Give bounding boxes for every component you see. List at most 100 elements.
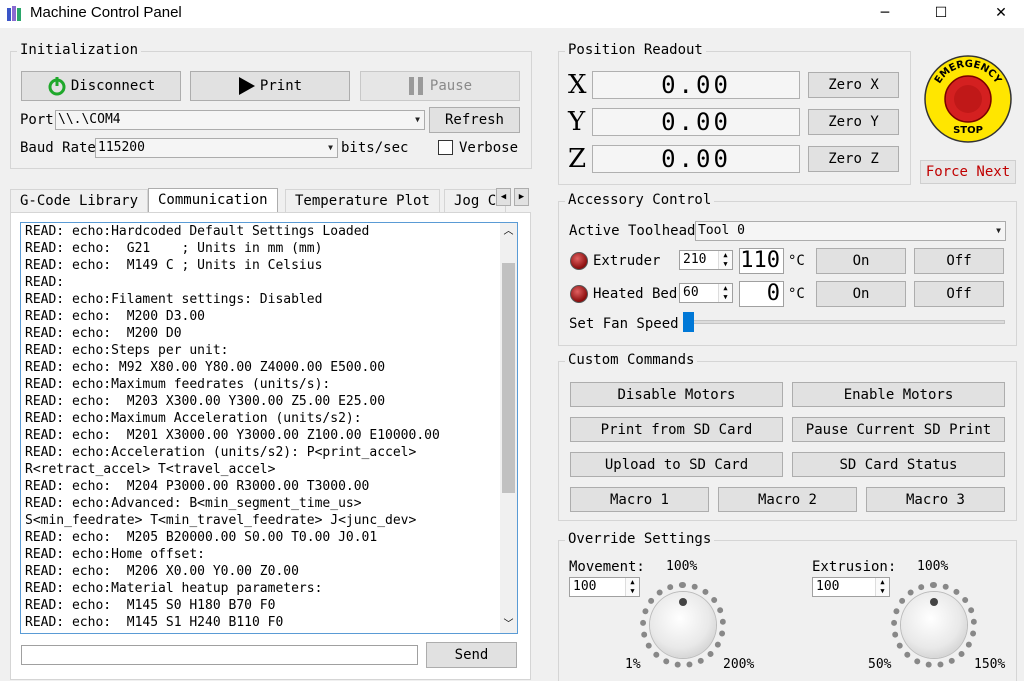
disconnect-label: Disconnect [70,78,156,94]
send-button[interactable]: Send [426,642,517,668]
axis-x-readout: 0.00 [592,71,800,99]
active-toolhead-select[interactable]: Tool 0 ▼ [695,221,1006,241]
window-title: Machine Control Panel [30,4,182,21]
initialization-title: Initialization [17,42,142,58]
movement-label: Movement: [569,559,645,575]
extruder-off-button[interactable]: Off [914,248,1004,274]
log-line: READ: echo:Home offset: [25,547,206,562]
macro-3-button[interactable]: Macro 3 [866,487,1005,512]
knob-indicator-icon [930,598,938,606]
pause-icon [408,77,423,95]
active-toolhead-value: Tool 0 [698,223,745,238]
log-line: READ: echo: G21 ; Units in mm (mm) [25,241,323,256]
tab-gcode-library[interactable]: G-Code Library [10,189,149,212]
enable-motors-button[interactable]: Enable Motors [792,382,1005,407]
app-icon [7,6,21,21]
heated-bed-off-button[interactable]: Off [914,281,1004,307]
heated-bed-setpoint-value: 60 [683,285,699,300]
stepper-arrows-icon[interactable]: ▲ ▼ [625,578,639,596]
emergency-stop-button[interactable]: EMERGENCY STOP [924,55,1012,143]
log-line: READ: echo:Steps per unit: [25,343,229,358]
log-line: READ: [25,275,65,290]
extruder-temperature: 110 [739,248,784,274]
log-line: READ: echo:Acceleration (units/s2): P<pr… [25,445,417,460]
stepper-arrows-icon[interactable]: ▲ ▼ [718,284,732,302]
fan-speed-slider-thumb[interactable] [683,312,694,332]
heated-bed-setpoint-stepper[interactable]: 60 ▲ ▼ [679,283,733,303]
maximize-icon[interactable]: ☐ [918,0,964,28]
upload-to-sd-button[interactable]: Upload to SD Card [570,452,783,477]
title-bar: Machine Control Panel ─ ☐ ✕ [0,0,1024,28]
command-input[interactable] [21,645,418,665]
close-icon[interactable]: ✕ [978,0,1024,28]
macro-1-button[interactable]: Macro 1 [570,487,709,512]
chevron-down-icon: ▼ [328,143,333,152]
override-settings-title: Override Settings [565,531,715,547]
stepper-arrows-icon[interactable]: ▲ ▼ [718,251,732,269]
fan-speed-label: Set Fan Speed [569,316,679,332]
log-line: R<retract_accel> T<travel_accel> [25,462,276,477]
scroll-thumb[interactable] [502,263,515,493]
sd-card-status-button[interactable]: SD Card Status [792,452,1005,477]
knob-indicator-icon [679,598,687,606]
power-icon [48,77,66,96]
heated-bed-unit: °C [788,286,805,302]
disable-motors-button[interactable]: Disable Motors [570,382,783,407]
log-line: READ: echo:Maximum Acceleration (units/s… [25,411,362,426]
movement-knob[interactable] [650,592,716,658]
baud-rate-select[interactable]: 115200 ▼ [95,138,338,158]
movement-stepper[interactable]: 100 ▲ ▼ [569,577,640,597]
extruder-status-led [570,252,588,270]
port-select[interactable]: \\.\COM4 ▼ [55,110,425,130]
accessory-control-title: Accessory Control [565,192,715,208]
scroll-up-icon[interactable]: ︿ [500,223,517,240]
minimize-icon[interactable]: ─ [862,0,908,28]
log-line: READ: echo: M205 B20000.00 S0.00 T0.00 J… [25,530,378,545]
log-line: READ: echo:Hardcoded Default Settings Lo… [25,224,370,239]
movement-max-label: 200% [723,657,755,672]
baud-rate-value: 115200 [98,140,145,155]
zero-z-button[interactable]: Zero Z [808,146,899,172]
tab-scroll-left-icon[interactable]: ◀ [496,188,511,206]
fan-speed-track[interactable] [683,320,1005,324]
scroll-down-icon[interactable]: ﹀ [500,616,517,633]
extruder-unit: °C [788,253,805,269]
stop-text: STOP [953,125,983,136]
extrusion-stepper[interactable]: 100 ▲ ▼ [812,577,890,597]
extruder-on-button[interactable]: On [816,248,906,274]
baud-rate-label: Baud Rate [20,140,96,156]
force-next-button[interactable]: Force Next [920,160,1016,184]
axis-z-readout: 0.00 [592,145,800,173]
movement-min-label: 1% [625,657,641,672]
tab-temperature-plot[interactable]: Temperature Plot [285,189,440,212]
verbose-checkbox[interactable] [438,140,453,155]
communication-log[interactable]: READ: echo:Hardcoded Default Settings Lo… [20,222,518,634]
tab-communication[interactable]: Communication [148,188,278,213]
extrusion-knob[interactable] [901,592,967,658]
position-readout-title: Position Readout [565,42,706,58]
heated-bed-on-button[interactable]: On [816,281,906,307]
extrusion-value: 100 [816,579,840,594]
extrusion-knob-value: 100% [917,559,949,574]
tab-scroll-right-icon[interactable]: ▶ [514,188,529,206]
pause-button[interactable]: Pause [360,71,520,101]
chevron-down-icon: ▼ [996,226,1001,235]
axis-z-label: Z [568,144,587,174]
play-icon [238,77,255,95]
pause-sd-print-button[interactable]: Pause Current SD Print [792,417,1005,442]
extruder-setpoint-stepper[interactable]: 210 ▲ ▼ [679,250,733,270]
refresh-button[interactable]: Refresh [429,107,520,133]
disconnect-button[interactable]: Disconnect [21,71,181,101]
print-from-sd-button[interactable]: Print from SD Card [570,417,783,442]
zero-x-button[interactable]: Zero X [808,72,899,98]
macro-2-button[interactable]: Macro 2 [718,487,857,512]
movement-value: 100 [573,579,597,594]
log-line: READ: echo: M92 X80.00 Y80.00 Z4000.00 E… [25,360,386,375]
log-scrollbar[interactable]: ︿ ﹀ [500,223,517,633]
stepper-arrows-icon[interactable]: ▲ ▼ [875,578,889,596]
zero-y-button[interactable]: Zero Y [808,109,899,135]
log-line: READ: echo: M203 X300.00 Y300.00 Z5.00 E… [25,394,386,409]
log-line: READ: echo: M200 D0 [25,326,182,341]
print-button[interactable]: Print [190,71,350,101]
movement-knob-value: 100% [666,559,698,574]
